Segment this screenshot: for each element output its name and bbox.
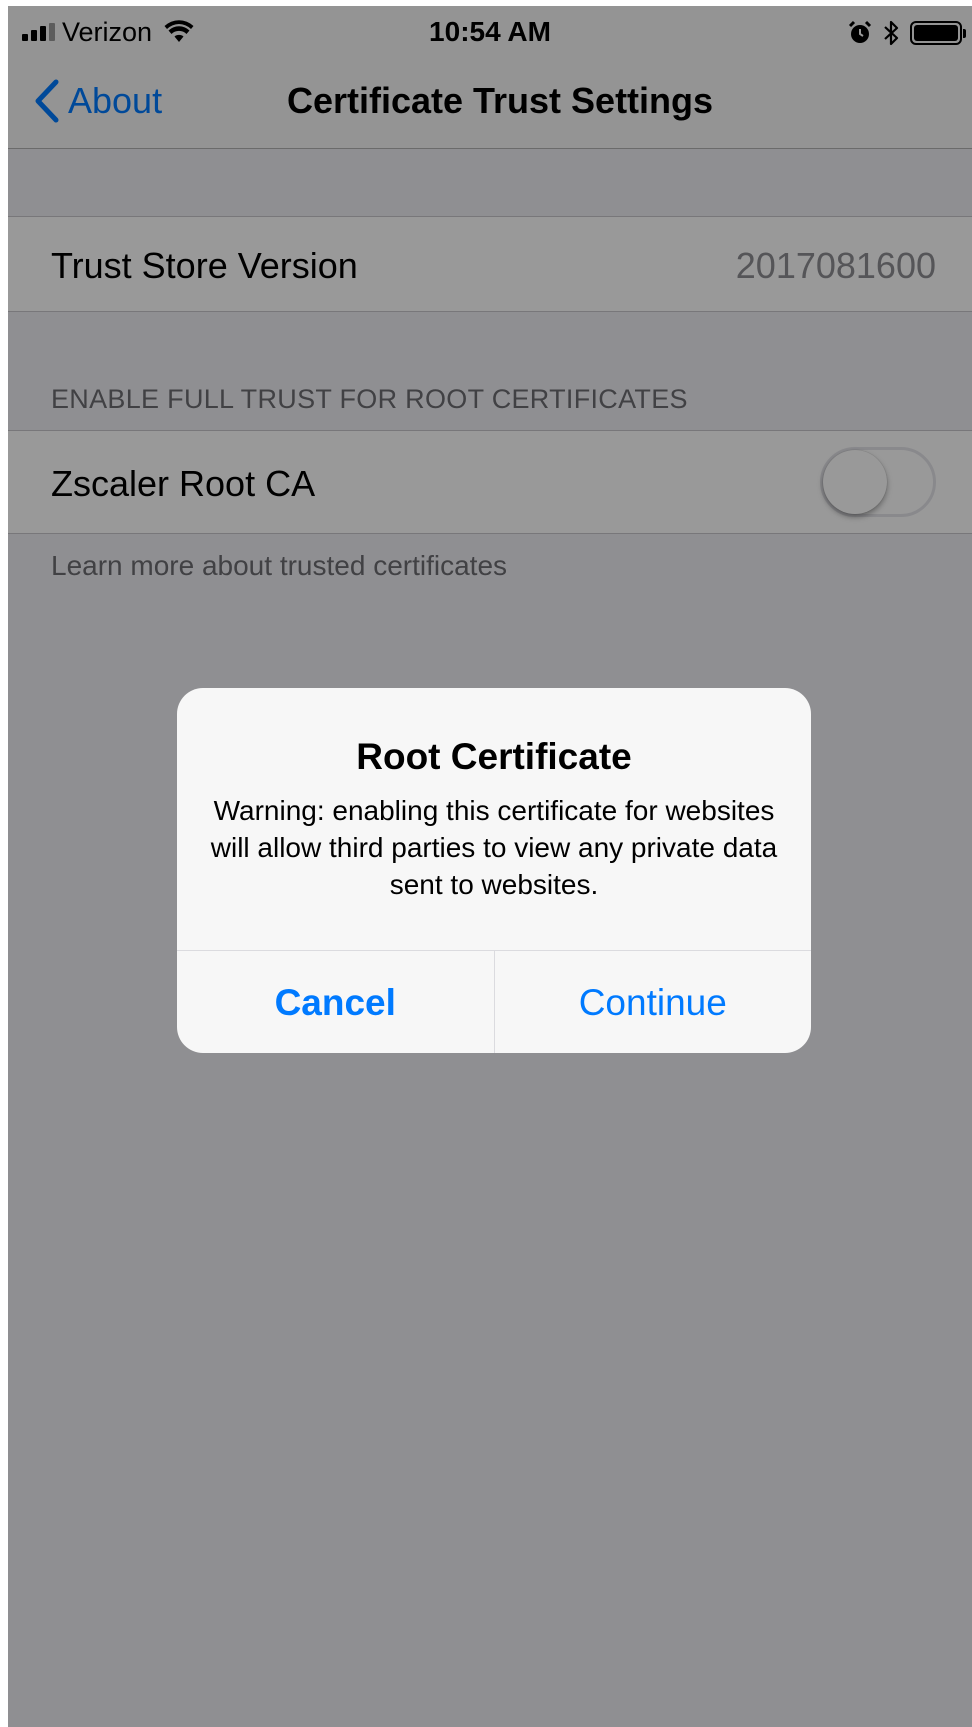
root-certificate-alert: Root Certificate Warning: enabling this … xyxy=(177,688,811,1053)
alert-title: Root Certificate xyxy=(356,736,632,777)
settings-screen: Verizon 10:54 AM About Certificate Trust… xyxy=(8,6,972,1727)
continue-button[interactable]: Continue xyxy=(495,951,812,1053)
cancel-button[interactable]: Cancel xyxy=(177,951,495,1053)
alert-buttons: Cancel Continue xyxy=(177,950,811,1053)
alert-message: Warning: enabling this certificate for w… xyxy=(210,795,778,900)
